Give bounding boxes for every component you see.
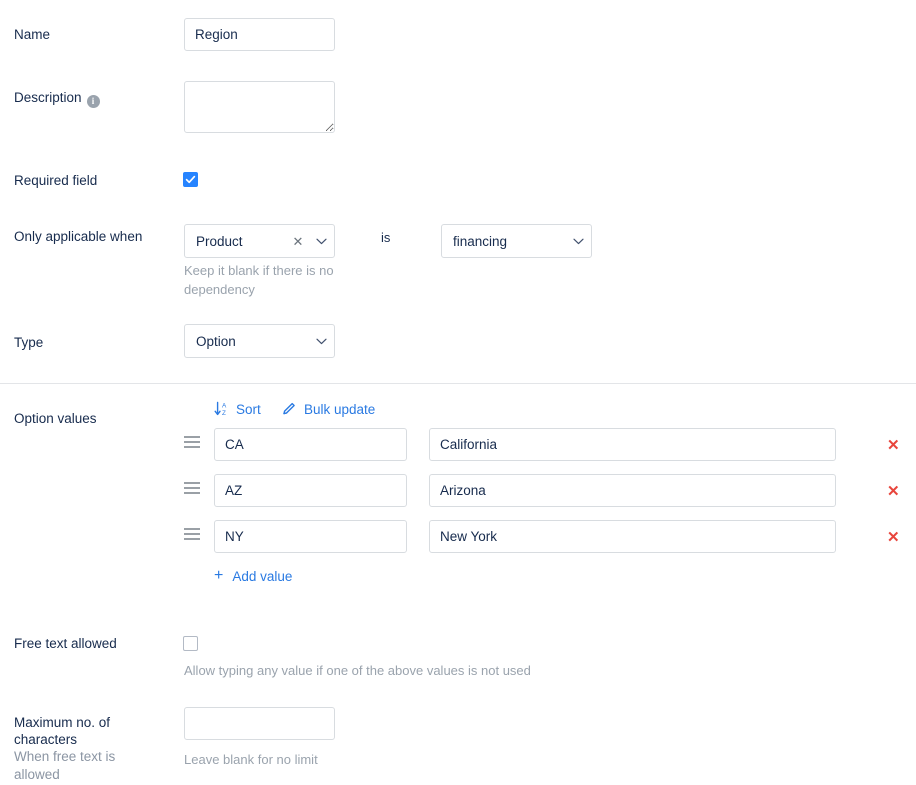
max-characters-input[interactable] — [184, 707, 335, 740]
drag-handle-icon[interactable] — [184, 528, 200, 540]
field-editor-form: Name Description i Required field Only ap… — [0, 0, 916, 785]
option-name-input[interactable] — [429, 428, 836, 461]
delete-x-icon[interactable]: ✕ — [887, 484, 900, 499]
close-icon[interactable]: ✕ — [288, 235, 308, 248]
type-label: Type — [14, 334, 174, 351]
drag-handle-icon[interactable] — [184, 482, 200, 494]
delete-x-icon[interactable]: ✕ — [887, 530, 900, 545]
form-row-description: Description i — [0, 70, 916, 150]
option-code-input[interactable] — [214, 428, 407, 461]
dependency-value-select[interactable]: financing — [441, 224, 592, 258]
option-code-input[interactable] — [214, 474, 407, 507]
form-row-required-field: Required field — [0, 150, 916, 206]
option-code-input[interactable] — [214, 520, 407, 553]
sort-az-icon: A Z — [214, 401, 229, 417]
name-label: Name — [14, 26, 174, 43]
form-row-dependency: Only applicable when Product ✕ is financ… — [0, 206, 916, 322]
chevron-down-icon — [308, 238, 334, 245]
description-textarea[interactable] — [184, 81, 335, 133]
dependency-field-select[interactable]: Product ✕ — [184, 224, 335, 258]
form-row-option-values: Option values A Z Sort Bulk updat — [0, 384, 916, 620]
name-input[interactable] — [184, 18, 335, 51]
option-name-input[interactable] — [429, 474, 836, 507]
add-value-label: Add value — [232, 569, 292, 584]
option-name-input[interactable] — [429, 520, 836, 553]
max-characters-label: Maximum no. of characters When free text… — [14, 714, 164, 784]
plus-icon: + — [214, 568, 223, 584]
form-row-max-characters: Maximum no. of characters When free text… — [0, 705, 916, 785]
sort-button[interactable]: A Z Sort — [214, 401, 261, 417]
dependency-hint: Keep it blank if there is no dependency — [184, 261, 344, 299]
svg-text:A: A — [222, 403, 227, 410]
delete-x-icon[interactable]: ✕ — [887, 438, 900, 453]
description-label: Description i — [14, 89, 174, 108]
required-field-label: Required field — [14, 172, 174, 189]
bulk-update-label: Bulk update — [304, 402, 375, 417]
type-select[interactable]: Option — [184, 324, 335, 358]
dependency-operator: is — [381, 229, 421, 246]
form-row-type: Type Option — [0, 322, 916, 383]
free-text-label: Free text allowed — [14, 635, 174, 652]
chevron-down-icon — [308, 338, 334, 345]
dependency-field-value: Product — [185, 234, 288, 249]
max-characters-sublabel: When free text is allowed — [14, 748, 164, 784]
max-characters-hint: Leave blank for no limit — [184, 750, 484, 769]
drag-handle-icon[interactable] — [184, 436, 200, 448]
add-value-button[interactable]: + Add value — [214, 568, 292, 584]
dependency-label: Only applicable when — [14, 228, 174, 245]
required-field-checkbox[interactable] — [183, 172, 198, 187]
info-icon[interactable]: i — [87, 95, 100, 108]
sort-label: Sort — [236, 402, 261, 417]
dependency-value: financing — [442, 234, 565, 249]
free-text-hint: Allow typing any value if one of the abo… — [184, 661, 804, 680]
form-row-free-text: Free text allowed Allow typing any value… — [0, 620, 916, 705]
form-row-name: Name — [0, 0, 916, 70]
description-label-text: Description — [14, 90, 82, 105]
free-text-checkbox[interactable] — [183, 636, 198, 651]
option-values-label: Option values — [14, 410, 174, 427]
max-characters-label-text: Maximum no. of characters — [14, 714, 164, 748]
pencil-icon — [281, 401, 297, 417]
bulk-update-button[interactable]: Bulk update — [281, 401, 375, 417]
svg-text:Z: Z — [222, 410, 226, 417]
chevron-down-icon — [565, 238, 591, 245]
type-value: Option — [185, 334, 308, 349]
